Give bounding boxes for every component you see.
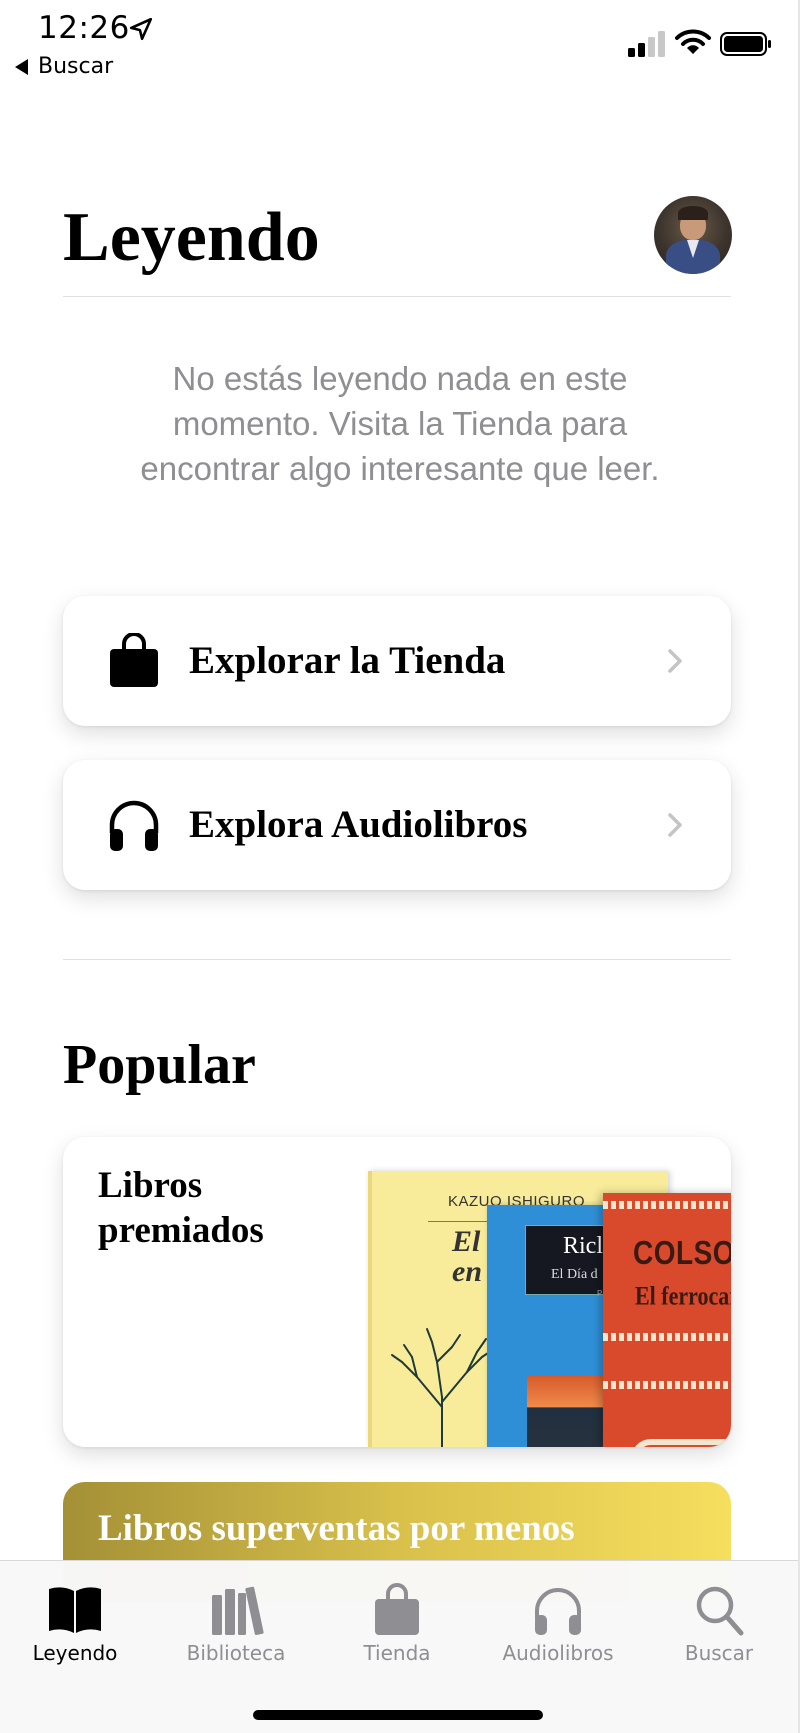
explore-audiobooks-card[interactable]: Explora Audiolibros bbox=[63, 760, 731, 890]
tab-label: Biblioteca bbox=[186, 1641, 286, 1665]
shopping-bag-icon bbox=[110, 633, 158, 687]
book-cover: COLSON El ferrocar bbox=[603, 1193, 731, 1447]
explore-store-label: Explorar la Tienda bbox=[189, 639, 506, 682]
section-divider bbox=[63, 959, 731, 960]
tab-library[interactable]: Biblioteca bbox=[166, 1561, 306, 1671]
tree-illustration bbox=[391, 1328, 495, 1447]
tab-bar: Leyendo Biblioteca Tienda Audiolibros Bu… bbox=[0, 1560, 800, 1733]
book-title-fragment: El en bbox=[452, 1227, 482, 1287]
headphones-icon bbox=[535, 1588, 581, 1635]
explore-audiobooks-label: Explora Audiolibros bbox=[189, 803, 528, 846]
status-bar: 12:26 Buscar bbox=[0, 0, 800, 95]
avatar-hair bbox=[678, 206, 708, 220]
popular-section-title: Popular bbox=[63, 1034, 256, 1096]
explore-store-card[interactable]: Explorar la Tienda bbox=[63, 596, 731, 726]
collection-title: Libros superventas por menos bbox=[98, 1508, 575, 1549]
back-to-search-button[interactable]: Buscar bbox=[15, 54, 113, 79]
headphones-icon bbox=[109, 800, 159, 851]
cellular-signal-icon bbox=[628, 31, 665, 57]
tab-audiobooks[interactable]: Audiolibros bbox=[488, 1561, 628, 1671]
tab-label: Buscar bbox=[684, 1641, 754, 1665]
tab-store[interactable]: Tienda bbox=[327, 1561, 467, 1671]
collection-title: Libros premiados bbox=[98, 1165, 264, 1251]
book-title-fragment: Ricl bbox=[563, 1233, 603, 1259]
tab-label: Leyendo bbox=[32, 1641, 118, 1665]
account-avatar[interactable] bbox=[654, 196, 732, 274]
status-time: 12:26 bbox=[38, 10, 130, 46]
book-author: COLSON bbox=[633, 1233, 731, 1271]
wifi-icon bbox=[675, 29, 711, 54]
header-divider bbox=[63, 296, 731, 297]
search-icon bbox=[696, 1586, 744, 1636]
empty-state-message: No estás leyendo nada en este momento. V… bbox=[140, 360, 660, 487]
award-winning-books-card[interactable]: Libros premiados KAZUO ISHIGURO El en Ri… bbox=[63, 1137, 731, 1447]
battery-icon bbox=[720, 32, 771, 56]
shopping-bag-icon bbox=[375, 1583, 419, 1635]
tab-label: Tienda bbox=[363, 1641, 431, 1665]
location-arrow-icon bbox=[129, 17, 153, 41]
book-title-line-2: en bbox=[452, 1255, 482, 1288]
open-book-icon bbox=[49, 1587, 101, 1633]
cover-stripe bbox=[603, 1333, 731, 1341]
chevron-right-icon bbox=[668, 813, 682, 837]
tab-search[interactable]: Buscar bbox=[649, 1561, 789, 1671]
home-indicator[interactable] bbox=[253, 1710, 543, 1720]
book-title-line-1: El bbox=[452, 1225, 481, 1258]
book-subtitle-fragment: El Día d bbox=[551, 1267, 598, 1282]
cover-ornament bbox=[631, 1439, 731, 1447]
cover-stripe bbox=[603, 1381, 731, 1389]
library-icon bbox=[212, 1586, 264, 1636]
tab-reading-now[interactable]: Leyendo bbox=[5, 1561, 145, 1671]
chevron-right-icon bbox=[668, 649, 682, 673]
page-title: Leyendo bbox=[63, 199, 320, 276]
cover-stripe bbox=[603, 1201, 731, 1209]
back-label: Buscar bbox=[38, 54, 114, 79]
back-triangle-icon bbox=[15, 58, 28, 75]
tab-label: Audiolibros bbox=[502, 1641, 614, 1665]
book-title-fragment: El ferrocar bbox=[635, 1280, 731, 1311]
